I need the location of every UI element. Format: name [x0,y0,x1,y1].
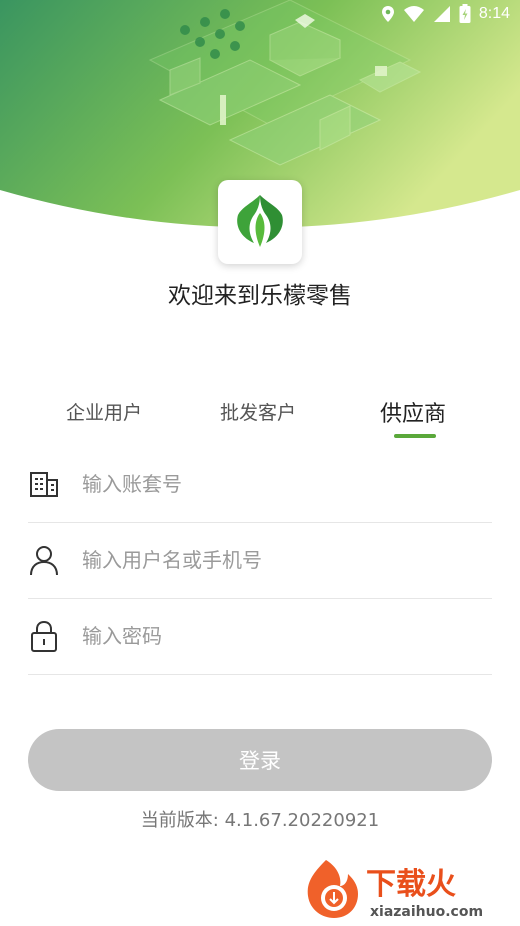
username-field-row [28,522,492,599]
location-icon [381,6,394,22]
login-button[interactable]: 登录 [28,729,492,791]
password-input[interactable] [80,623,464,649]
app-logo [218,180,302,264]
user-icon [28,544,60,576]
password-field-row [28,598,492,675]
tab-wholesale-customer[interactable]: 批发客户 [220,398,296,425]
wifi-icon [403,6,424,22]
leaf-logo-icon [237,195,283,247]
app-version: 当前版本: 4.1.67.20220921 [140,810,380,831]
flame-logo-icon: 下载火 xiazaihuo.com [307,860,483,920]
user-type-tabs: 企业用户 批发客户 供应商 [0,398,520,442]
signal-icon [433,6,450,22]
lock-icon [28,620,60,652]
tab-supplier[interactable]: 供应商 [380,396,446,428]
status-time: 8:14 [478,5,510,22]
watermark-url: xiazaihuo.com [370,904,483,920]
battery-charging-icon [459,4,471,23]
welcome-title: 欢迎来到乐檬零售 [168,283,352,309]
active-tab-indicator [394,434,436,438]
account-field-row [28,446,492,523]
username-input[interactable] [80,547,464,573]
building-icon [28,468,60,500]
account-number-input[interactable] [80,471,464,497]
status-bar: 8:14 [381,0,520,28]
tab-enterprise-user[interactable]: 企业用户 [66,398,142,425]
site-watermark: 下载火 xiazaihuo.com [304,856,514,922]
watermark-text: 下载火 [366,867,456,902]
